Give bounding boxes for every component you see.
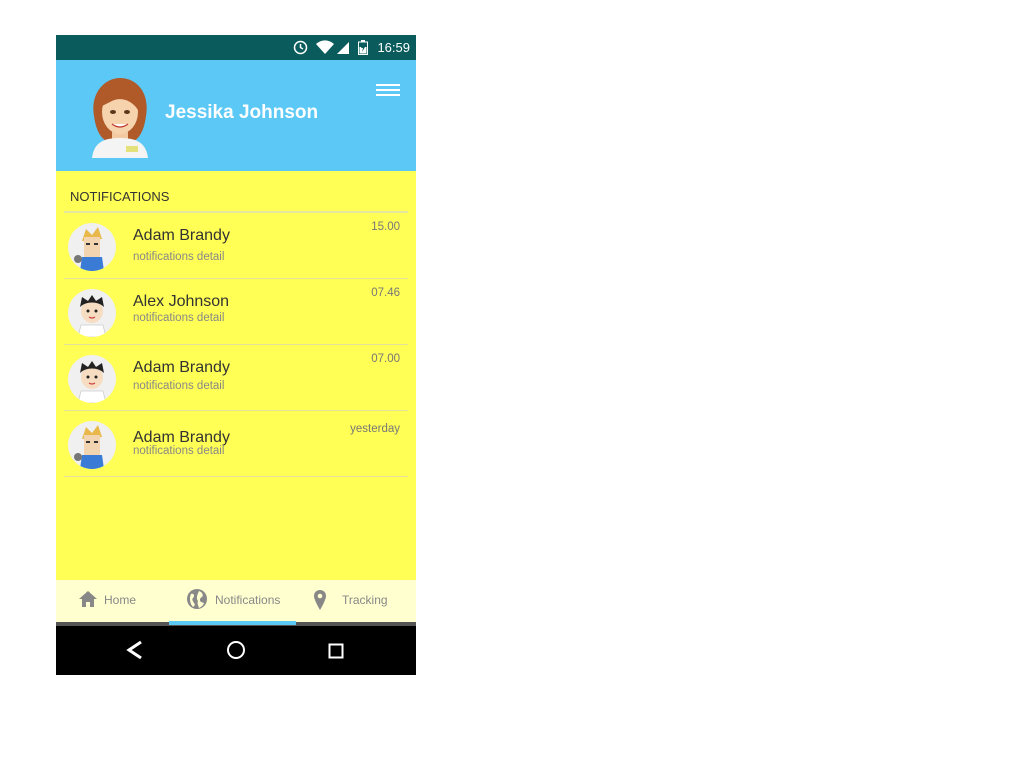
tab-home-label: Home (104, 593, 137, 607)
tab-notifications-label: Notifications (215, 593, 281, 607)
notification-item[interactable]: Adam Brandy notifications detail yesterd… (64, 411, 408, 477)
battery-charging-icon (358, 40, 368, 59)
notification-detail: notifications detail (133, 251, 225, 263)
notification-item[interactable]: Adam Brandy notifications detail 15.00 (64, 213, 408, 279)
status-time: 16:59 (377, 40, 410, 55)
notification-time: yesterday (350, 423, 400, 435)
home-circle-icon[interactable] (226, 640, 246, 664)
notification-name: Alex Johnson (133, 293, 230, 310)
notification-name: Adam Brandy (133, 359, 230, 376)
back-icon[interactable] (124, 639, 146, 665)
notification-name: Adam Brandy (133, 227, 230, 244)
recents-square-icon[interactable] (328, 643, 344, 663)
dark-hair-boy-avatar (68, 289, 116, 337)
notification-detail: notifications detail (133, 380, 225, 392)
location-pin-icon (314, 590, 326, 614)
tab-notifications[interactable]: Notifications (169, 580, 296, 622)
wifi-icon (315, 40, 335, 59)
status-bar: 16:59 (56, 35, 416, 60)
dark-hair-boy-avatar (68, 355, 116, 403)
profile-name: Jessika Johnson (165, 102, 319, 123)
tab-tracking-label: Tracking (342, 593, 388, 607)
notification-item[interactable]: Adam Brandy notifications detail 07.00 (64, 345, 408, 411)
blond-man-avatar (68, 223, 116, 271)
profile-avatar[interactable] (88, 76, 152, 158)
notification-item[interactable]: Alex Johnson notifications detail 07.46 (64, 279, 408, 345)
active-tab-indicator (169, 621, 296, 625)
tab-home[interactable]: Home (56, 580, 169, 622)
notification-time: 07.00 (371, 353, 400, 365)
signal-icon (336, 40, 350, 59)
bottom-tab-bar: Home Notifications Tracking (56, 580, 416, 622)
phone-screen: 16:59 Jessika Johnson NOTIFICATIONS Adam… (56, 35, 416, 675)
notification-time: 07.46 (371, 287, 400, 299)
notification-list: Adam Brandy notifications detail 15.00 A… (64, 213, 408, 477)
profile-header: Jessika Johnson (56, 60, 416, 171)
globe-icon (186, 588, 208, 614)
alarm-icon (293, 40, 308, 59)
home-icon (78, 590, 98, 612)
section-title: NOTIFICATIONS (70, 189, 170, 204)
system-nav-bar (56, 626, 416, 675)
notification-time: 15.00 (371, 221, 400, 233)
hamburger-menu-icon[interactable] (376, 84, 400, 102)
tab-tracking[interactable]: Tracking (296, 580, 416, 622)
notification-detail: notifications detail (133, 445, 225, 457)
blond-man-avatar (68, 421, 116, 469)
notification-detail: notifications detail (133, 312, 225, 324)
